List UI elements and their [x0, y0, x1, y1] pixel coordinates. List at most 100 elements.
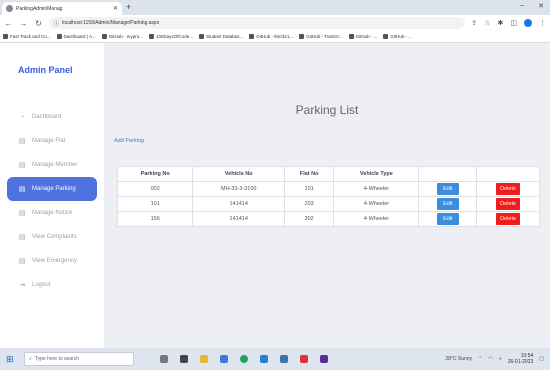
url-text: localhost:1159/Admin/Manage/Parking.aspx [62, 20, 160, 26]
page-title: Parking List [295, 103, 359, 117]
bookmark-item[interactable]: Fast Track and Co... [3, 34, 51, 39]
edit-button[interactable]: Edit [436, 183, 459, 195]
table-row: 002 MH-33-3-3100 101 4-Wheeler Edit Dele… [116, 181, 540, 197]
table-row: 101 141414 203 4-Wheeler Edit Delete [116, 196, 540, 212]
github-icon [383, 34, 389, 39]
taskbar: ⊞ ⌕ Type here to search 28°C Sunny ⌃ ◠ ◖… [0, 348, 550, 370]
bookmark-item[interactable]: GitHub - ... [348, 34, 378, 39]
share-icon[interactable]: ⇪ [471, 19, 477, 27]
sidebar-item-manage-notice[interactable]: ▤ Manage Notice [0, 201, 104, 225]
brand-title: Admin Panel [18, 65, 73, 75]
sidebar-item-label: Manage Member [32, 162, 78, 168]
bookmark-item[interactable]: Student Databas... [199, 34, 243, 39]
widgets-icon[interactable] [180, 355, 188, 363]
profile-avatar[interactable] [524, 19, 532, 27]
store-icon[interactable] [220, 355, 228, 363]
delete-cell: Delete [476, 181, 540, 197]
volume-icon[interactable]: ◖ [499, 356, 502, 362]
sidebar-item-label: View Emergency [32, 258, 77, 264]
bookmark-item[interactable]: Dashboard | A... [56, 34, 96, 39]
vehicle-type-cell: 4-Wheeler [333, 196, 420, 212]
dashboard-icon: ◔ [19, 113, 25, 121]
task-view-icon[interactable] [160, 355, 168, 363]
taskbar-search[interactable]: ⌕ Type here to search [24, 352, 134, 366]
tray-chevron-icon[interactable]: ⌃ [478, 356, 482, 362]
bookmark-item[interactable]: GitHub - TrainGr... [299, 34, 343, 39]
page-content: Admin Panel ◔ Dashboard ▤ Manage Flat ▤ Man… [0, 43, 550, 348]
wifi-icon[interactable]: ◠ [488, 356, 492, 362]
sidebar-menu: ◔ Dashboard ▤ Manage Flat ▤ Manage Member ▤… [0, 105, 104, 297]
edge-icon[interactable] [260, 355, 268, 363]
bookmark-label: GitHub - the/321... [256, 34, 294, 39]
reload-icon[interactable]: ↻ [34, 19, 43, 28]
browser-tab[interactable]: ParkingAdminManag ✕ [2, 2, 122, 15]
bookmark-item[interactable]: GitHub - mypro... [101, 34, 143, 39]
column-header [418, 166, 478, 182]
delete-button[interactable]: Delete [496, 198, 521, 210]
sidebar-item-view-complaints[interactable]: ▤ View Complaints [0, 225, 104, 249]
star-icon[interactable]: ☆ [484, 19, 490, 27]
visual-studio-icon[interactable] [320, 355, 328, 363]
github-icon [249, 34, 255, 39]
sidebar-item-manage-flat[interactable]: ▤ Manage Flat [0, 129, 104, 153]
parking-table: Parking No Vehicle No Flat No Vehicle Ty… [116, 166, 540, 227]
close-window-icon[interactable]: ✕ [538, 2, 544, 10]
app-icon[interactable] [300, 355, 308, 363]
vscode-icon[interactable] [280, 355, 288, 363]
tab-close-icon[interactable]: ✕ [113, 5, 118, 12]
notice-icon: ▤ [18, 210, 26, 217]
bookmark-item[interactable]: GitHub - the/321... [249, 34, 293, 39]
bookmark-label: Dashboard | A... [63, 34, 96, 39]
add-parking-link[interactable]: Add Parking [114, 138, 144, 144]
column-header: Flat No [283, 166, 335, 182]
sidepanel-icon[interactable]: ◫ [510, 19, 517, 27]
sidebar-item-dashboard[interactable]: ◔ Dashboard [0, 105, 104, 129]
extensions-icon[interactable]: ✱ [498, 19, 504, 27]
delete-button[interactable]: Delete [496, 183, 521, 195]
flat-no-cell: 302 [283, 211, 335, 227]
new-tab-icon[interactable]: + [126, 2, 131, 13]
vehicle-type-cell: 4-Wheeler [333, 181, 420, 197]
parking-icon: ▤ [18, 186, 26, 193]
menu-icon[interactable]: ⋮ [539, 19, 546, 27]
tab-title: ParkingAdminManag [16, 5, 63, 12]
edit-button[interactable]: Edit [436, 213, 459, 225]
windows-start-icon[interactable]: ⊞ [6, 354, 18, 365]
chrome-icon[interactable] [240, 355, 248, 363]
bookmark-label: GitHub - ... [390, 34, 413, 39]
bookmark-icon [3, 34, 8, 39]
weather-text[interactable]: 28°C Sunny [445, 356, 472, 362]
column-header: Vehicle Type [333, 166, 420, 182]
member-icon: ▤ [18, 162, 26, 169]
bookmark-item[interactable]: 100DaysOfCode... [148, 34, 193, 39]
flat-no-cell: 101 [283, 181, 335, 197]
minimize-icon[interactable]: – [520, 2, 524, 10]
tab-strip: ParkingAdminManag ✕ + – ✕ [0, 0, 550, 15]
bookmark-item[interactable]: GitHub - ... [383, 34, 412, 39]
notifications-icon[interactable]: ▢ [539, 356, 544, 362]
sidebar-item-label: Manage Flat [32, 138, 66, 144]
sidebar: Admin Panel ◔ Dashboard ▤ Manage Flat ▤ Man… [0, 43, 104, 348]
edit-button[interactable]: Edit [436, 198, 459, 210]
parking-no-cell: 101 [116, 196, 194, 212]
delete-button[interactable]: Delete [496, 213, 521, 225]
logout-icon: ⇥ [19, 282, 25, 289]
back-icon[interactable]: ← [4, 19, 13, 28]
bookmark-label: GitHub - ... [355, 34, 378, 39]
file-explorer-icon[interactable] [200, 355, 208, 363]
sidebar-item-manage-parking[interactable]: ▤ Manage Parking [7, 177, 97, 201]
sidebar-item-logout[interactable]: ⇥ Logout [0, 273, 104, 297]
sidebar-item-manage-member[interactable]: ▤ Manage Member [0, 153, 104, 177]
sidebar-item-label: View Complaints [32, 234, 77, 240]
forward-icon[interactable]: → [19, 19, 28, 28]
flat-icon: ▤ [18, 138, 26, 145]
url-field[interactable]: ⓘ localhost:1159/Admin/Manage/Parking.as… [49, 17, 466, 29]
bookmark-label: Fast Track and Co... [10, 34, 51, 39]
github-icon [101, 34, 107, 39]
clock[interactable]: 10:54 26-01-2023 [508, 353, 534, 365]
bookmark-label: Student Databas... [206, 34, 244, 39]
sidebar-item-view-emergency[interactable]: ▤ View Emergency [0, 249, 104, 273]
site-info-icon[interactable]: ⓘ [54, 20, 59, 27]
complaint-icon: ▤ [18, 234, 26, 241]
column-header: Vehicle No [192, 166, 285, 182]
